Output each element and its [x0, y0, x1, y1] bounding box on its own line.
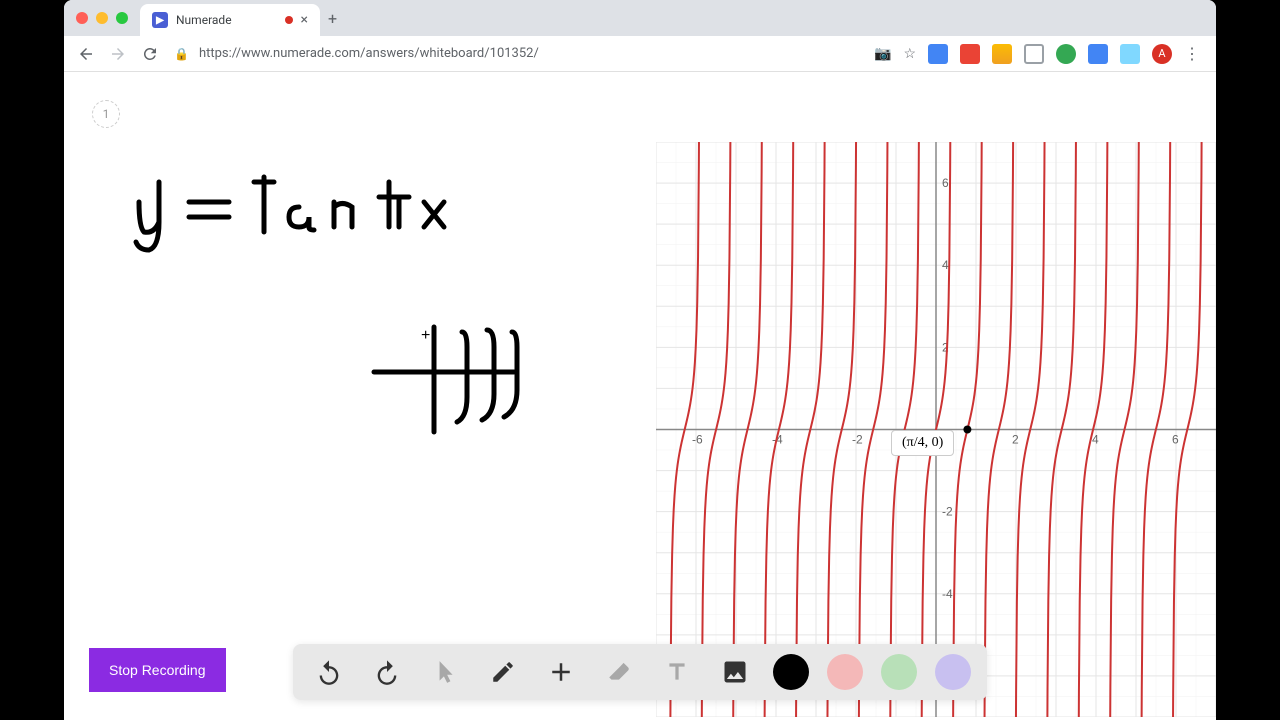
tab-title: Numerade [176, 13, 277, 27]
svg-text:4: 4 [942, 258, 949, 272]
address-bar: 🔒 https://www.numerade.com/answers/white… [64, 36, 1216, 72]
tab-close-button[interactable]: × [301, 12, 308, 28]
svg-text:-6: -6 [692, 433, 703, 447]
window-minimize-button[interactable] [96, 12, 108, 24]
window-maximize-button[interactable] [116, 12, 128, 24]
avatar-icon[interactable]: A [1152, 44, 1172, 64]
star-icon[interactable]: ☆ [903, 46, 916, 62]
svg-text:+: + [421, 327, 430, 344]
back-button[interactable] [72, 40, 100, 68]
drawing-toolbar [293, 644, 987, 700]
svg-text:6: 6 [942, 176, 949, 190]
page-content: 1 + -6-4-20246-6-4-2246 (π/4, [64, 72, 1216, 720]
browser-tab[interactable]: ▶ Numerade × [140, 4, 320, 36]
handwritten-equation: + [124, 172, 544, 452]
ext-icon-blue[interactable] [1088, 44, 1108, 64]
shield-icon[interactable] [1024, 44, 1044, 64]
color-black[interactable] [773, 654, 809, 690]
menu-icon[interactable]: ⋮ [1184, 44, 1200, 63]
ext-icon-green[interactable] [1056, 44, 1076, 64]
lock-icon: 🔒 [174, 47, 189, 61]
browser-window: ▶ Numerade × + 🔒 https://www.numerade.co… [64, 0, 1216, 720]
add-tool[interactable] [541, 652, 581, 692]
undo-button[interactable] [309, 652, 349, 692]
image-tool[interactable] [715, 652, 755, 692]
recording-dot-icon [285, 16, 293, 24]
pencil-tool[interactable] [483, 652, 523, 692]
favicon-icon: ▶ [152, 12, 168, 28]
svg-text:-2: -2 [852, 433, 863, 447]
svg-text:6: 6 [1172, 433, 1179, 447]
svg-text:4: 4 [1092, 433, 1099, 447]
trophy-icon[interactable] [992, 44, 1012, 64]
ext-icon-2[interactable] [960, 44, 980, 64]
graph-panel: -6-4-20246-6-4-2246 (π/4, 0) [656, 142, 1216, 717]
tab-strip: ▶ Numerade × + [64, 0, 1216, 36]
redo-button[interactable] [367, 652, 407, 692]
page-number-badge[interactable]: 1 [92, 100, 120, 128]
stop-recording-button[interactable]: Stop Recording [89, 648, 226, 692]
svg-text:-4: -4 [942, 587, 953, 601]
eraser-tool[interactable] [599, 652, 639, 692]
point-label: (π/4, 0) [891, 430, 954, 456]
pointer-tool[interactable] [425, 652, 465, 692]
svg-text:-2: -2 [942, 505, 953, 519]
svg-text:2: 2 [1012, 433, 1019, 447]
ext-icon-teal[interactable] [1120, 44, 1140, 64]
color-red[interactable] [827, 654, 863, 690]
extension-icons: 📷 ☆ A ⋮ [866, 44, 1208, 64]
window-close-button[interactable] [76, 12, 88, 24]
color-green[interactable] [881, 654, 917, 690]
reload-button[interactable] [136, 40, 164, 68]
traffic-lights [76, 12, 128, 24]
color-purple[interactable] [935, 654, 971, 690]
ext-icon-1[interactable] [928, 44, 948, 64]
new-tab-button[interactable]: + [328, 9, 337, 28]
camera-icon[interactable]: 📷 [874, 46, 891, 62]
url-field[interactable]: https://www.numerade.com/answers/whitebo… [199, 46, 862, 61]
text-tool[interactable] [657, 652, 697, 692]
forward-button[interactable] [104, 40, 132, 68]
